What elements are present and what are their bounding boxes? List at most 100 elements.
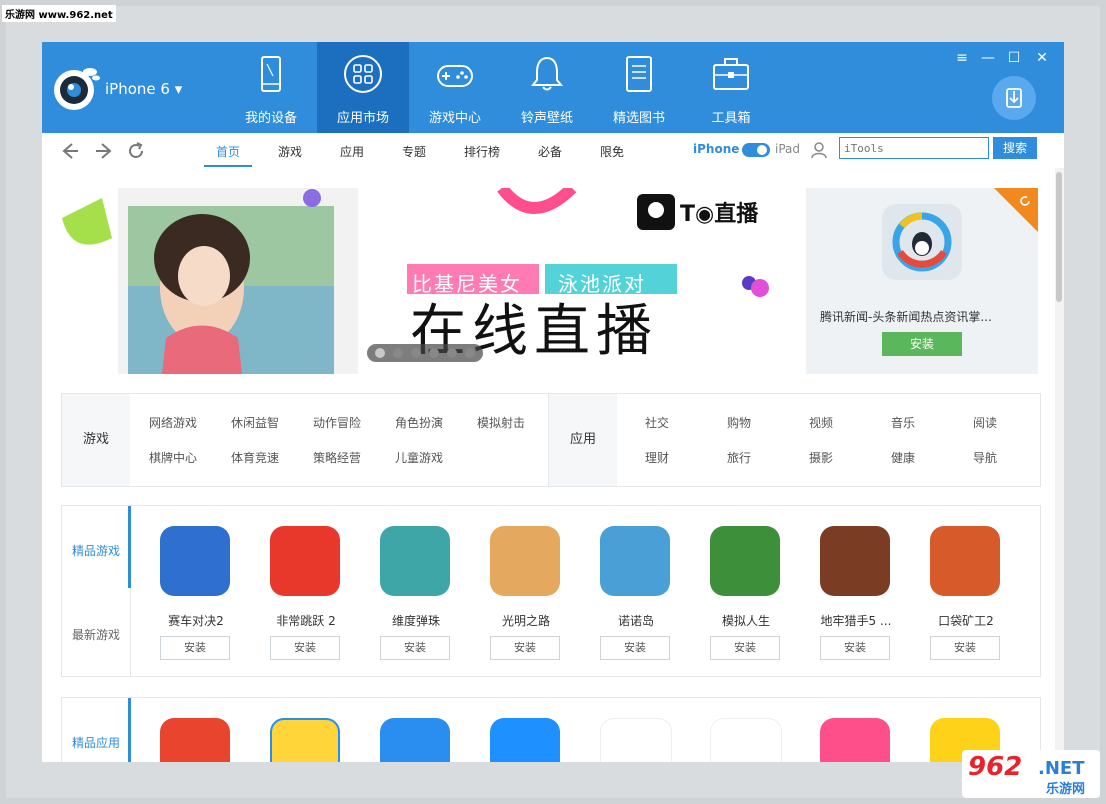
toolbox-icon bbox=[713, 58, 749, 90]
section-link-featured-games[interactable]: 精品游戏 bbox=[72, 542, 120, 559]
category-item[interactable]: 健康 bbox=[862, 449, 944, 466]
category-apps-title[interactable]: 应用 bbox=[548, 394, 617, 486]
bell-icon bbox=[530, 56, 564, 91]
category-item[interactable]: 理财 bbox=[616, 449, 698, 466]
minimize-icon[interactable]: — bbox=[980, 50, 996, 66]
device-toggle-ipad-label[interactable]: iPad bbox=[775, 142, 800, 156]
app-icon bbox=[600, 526, 670, 596]
section-link-featured-apps[interactable]: 精品应用 bbox=[72, 734, 120, 751]
nav-tab-label: 铃声壁纸 bbox=[520, 111, 573, 126]
category-item[interactable]: 棋牌中心 bbox=[132, 449, 214, 466]
category-item[interactable]: 购物 bbox=[698, 414, 780, 431]
watermark-logo: 962 .NET 乐游网 bbox=[962, 750, 1100, 798]
carousel-dot[interactable] bbox=[393, 348, 403, 358]
watermark-logo-cn: 乐游网 bbox=[1046, 782, 1086, 797]
category-item[interactable]: 网络游戏 bbox=[132, 414, 214, 431]
active-tab-underline bbox=[204, 165, 252, 167]
search-button[interactable]: 搜索 bbox=[993, 137, 1037, 159]
subtab-games[interactable]: 游戏 bbox=[278, 143, 302, 160]
install-button[interactable]: 安装 bbox=[600, 636, 670, 660]
user-icon[interactable] bbox=[810, 141, 828, 159]
carousel-dot[interactable] bbox=[465, 348, 475, 358]
subtab-rankings[interactable]: 排行榜 bbox=[464, 143, 500, 160]
featured-app-card[interactable]: 腾讯新闻-头条新闻热点资讯掌... 安装 bbox=[806, 188, 1038, 374]
nav-tab-toolbox[interactable]: 工具箱 bbox=[685, 42, 777, 133]
featured-app-name: 腾讯新闻-头条新闻热点资讯掌... bbox=[820, 310, 992, 324]
app-name: 诺诺岛 bbox=[617, 614, 654, 628]
promo-banner[interactable]: T◉直播 比基尼美女 泳池派对 在线直播 bbox=[62, 188, 798, 374]
vertical-scrollbar[interactable] bbox=[1055, 168, 1064, 762]
top-toolbar: iPhone 6 ▾ 我的设备 应用市场 游戏中心 铃声壁纸 精选图书 工具箱 … bbox=[42, 42, 1064, 133]
app-icon bbox=[380, 718, 450, 762]
app-name: 赛车对决2 bbox=[168, 614, 224, 628]
install-button[interactable]: 安装 bbox=[380, 636, 450, 660]
nav-tab-ringtones[interactable]: 铃声壁纸 bbox=[501, 42, 593, 133]
category-item[interactable]: 旅行 bbox=[698, 449, 780, 466]
category-item[interactable]: 阅读 bbox=[944, 414, 1026, 431]
close-icon[interactable]: ✕ bbox=[1034, 50, 1050, 66]
nav-tab-game-center[interactable]: 游戏中心 bbox=[409, 42, 501, 133]
scrollbar-thumb[interactable] bbox=[1056, 172, 1062, 302]
nav-tab-label: 应用市场 bbox=[336, 111, 389, 126]
category-item[interactable]: 儿童游戏 bbox=[378, 449, 460, 466]
subtab-essentials[interactable]: 必备 bbox=[538, 143, 562, 160]
category-item[interactable]: 模拟射击 bbox=[460, 414, 542, 431]
category-item[interactable]: 角色扮演 bbox=[378, 414, 460, 431]
banner-tag-pool-party: 泳池派对 bbox=[558, 272, 646, 296]
app-icon bbox=[160, 718, 230, 762]
category-item[interactable]: 导航 bbox=[944, 449, 1026, 466]
install-button[interactable]: 安装 bbox=[160, 636, 230, 660]
category-item[interactable]: 社交 bbox=[616, 414, 698, 431]
banner-tag-bikini: 比基尼美女 bbox=[412, 272, 522, 296]
install-button[interactable]: 安装 bbox=[710, 636, 780, 660]
device-toggle-iphone-label[interactable]: iPhone bbox=[693, 142, 739, 156]
subtab-apps[interactable]: 应用 bbox=[340, 143, 364, 160]
nav-tab-my-device[interactable]: 我的设备 bbox=[225, 42, 317, 133]
forward-arrow-icon[interactable] bbox=[94, 141, 114, 161]
active-section-marker bbox=[128, 506, 131, 588]
subtab-topics[interactable]: 专题 bbox=[402, 143, 426, 160]
device-selector[interactable]: iPhone 6 ▾ bbox=[105, 80, 182, 98]
maximize-icon[interactable]: ☐ bbox=[1006, 50, 1022, 66]
app-name: 光明之路 bbox=[501, 614, 550, 628]
app-icon bbox=[380, 526, 450, 596]
category-item[interactable]: 休闲益智 bbox=[214, 414, 296, 431]
category-games-title[interactable]: 游戏 bbox=[62, 394, 130, 486]
subtab-home[interactable]: 首页 bbox=[216, 143, 240, 160]
back-arrow-icon[interactable] bbox=[60, 141, 80, 161]
install-button[interactable]: 安装 bbox=[490, 636, 560, 660]
category-item[interactable]: 动作冒险 bbox=[296, 414, 378, 431]
device-toggle-switch[interactable] bbox=[742, 143, 770, 157]
subtab-free[interactable]: 限免 bbox=[600, 143, 624, 160]
gamepad-icon bbox=[437, 65, 473, 87]
nav-tab-books[interactable]: 精选图书 bbox=[593, 42, 685, 133]
carousel-dot[interactable] bbox=[375, 348, 385, 358]
install-button[interactable]: 安装 bbox=[930, 636, 1000, 660]
carousel-dot[interactable] bbox=[447, 348, 457, 358]
main-content: T◉直播 比基尼美女 泳池派对 在线直播 腾讯新闻-头条新闻热点资讯掌... 安… bbox=[42, 168, 1064, 762]
category-item[interactable]: 摄影 bbox=[780, 449, 862, 466]
menu-icon[interactable]: ≡ bbox=[954, 50, 970, 66]
refresh-icon[interactable] bbox=[126, 141, 146, 161]
book-icon bbox=[626, 56, 652, 92]
section-link-new-games[interactable]: 最新游戏 bbox=[72, 626, 120, 643]
active-section-marker bbox=[128, 698, 131, 762]
install-button[interactable]: 安装 bbox=[820, 636, 890, 660]
carousel-dot[interactable] bbox=[411, 348, 421, 358]
category-item[interactable]: 音乐 bbox=[862, 414, 944, 431]
carousel-dot[interactable] bbox=[429, 348, 439, 358]
category-item[interactable]: 策略经营 bbox=[296, 449, 378, 466]
nav-tab-label: 精选图书 bbox=[612, 111, 665, 126]
search-input[interactable] bbox=[839, 137, 989, 159]
section-sidebar: 精品应用 bbox=[62, 698, 131, 762]
nav-tab-app-market[interactable]: 应用市场 bbox=[317, 42, 409, 133]
refresh-icon bbox=[1020, 196, 1030, 206]
category-item[interactable]: 体育竞速 bbox=[214, 449, 296, 466]
tablet-icon bbox=[261, 56, 281, 92]
install-button[interactable]: 安装 bbox=[270, 636, 340, 660]
tencent-news-app-icon bbox=[882, 204, 962, 280]
category-item[interactable]: 视频 bbox=[780, 414, 862, 431]
download-manager-button[interactable] bbox=[992, 76, 1036, 120]
install-button[interactable]: 安装 bbox=[882, 332, 962, 356]
app-name: 非常跳跃 2 bbox=[276, 614, 336, 628]
